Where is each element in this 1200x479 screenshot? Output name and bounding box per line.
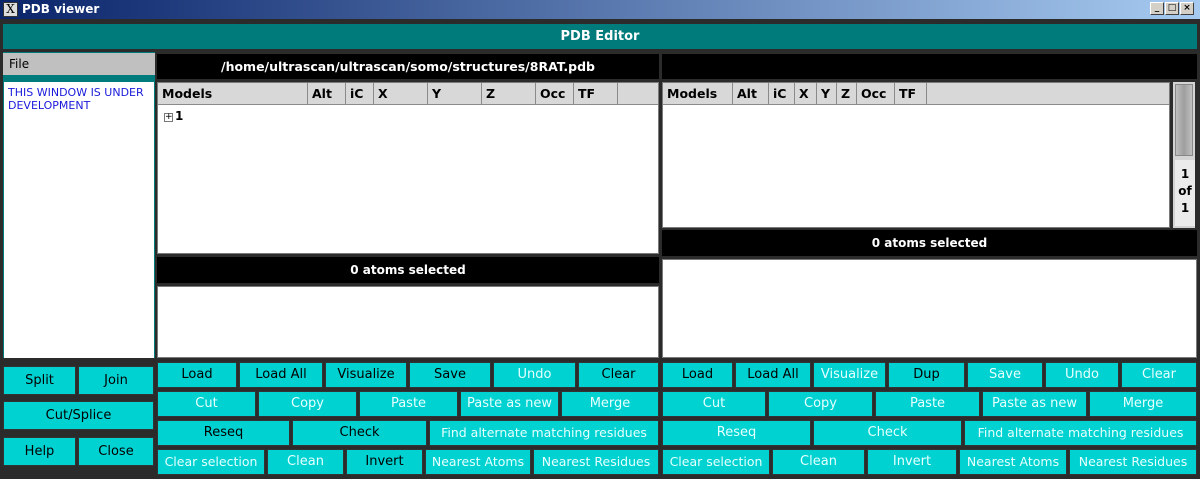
p2-load-button[interactable]: Load <box>662 362 733 388</box>
col-occ[interactable]: Occ <box>857 83 895 105</box>
col-ic[interactable]: iC <box>769 83 795 105</box>
p1-invert-button[interactable]: Invert <box>346 449 423 475</box>
p1-paste-button[interactable]: Paste <box>359 391 458 417</box>
col-models[interactable]: Models <box>663 83 733 105</box>
p2-visualize-button[interactable]: Visualize <box>813 362 886 388</box>
file-menu[interactable]: File <box>3 53 155 75</box>
help-button[interactable]: Help <box>3 437 76 466</box>
p1-clear-button[interactable]: Clear <box>578 362 659 388</box>
editor-header: PDB Editor <box>3 24 1197 49</box>
p2-save-button[interactable]: Save <box>967 362 1043 388</box>
pane1-path: /home/ultrascan/ultrascan/somo/structure… <box>157 54 659 79</box>
pane2-info-box <box>662 259 1197 358</box>
pane1-selected: 0 atoms selected <box>157 257 659 283</box>
p2-load-all-button[interactable]: Load All <box>735 362 811 388</box>
window-titlebar: X PDB viewer _ □ × <box>0 0 1200 19</box>
p2-cut-button[interactable]: Cut <box>662 391 766 417</box>
p1-cut-button[interactable]: Cut <box>157 391 256 417</box>
p2-copy-button[interactable]: Copy <box>768 391 873 417</box>
tree-row-model[interactable]: +1 <box>164 109 183 123</box>
p1-clean-button[interactable]: Clean <box>267 449 344 475</box>
p2-clear-selection-button[interactable]: Clear selection <box>662 449 770 475</box>
page-indicator: 1 of 1 <box>1175 160 1195 226</box>
p1-load-all-button[interactable]: Load All <box>239 362 323 388</box>
p1-visualize-button[interactable]: Visualize <box>325 362 407 388</box>
col-x[interactable]: X <box>374 83 428 105</box>
p2-undo-button[interactable]: Undo <box>1045 362 1119 388</box>
maximize-button[interactable]: □ <box>1165 2 1179 15</box>
pane1-tree[interactable]: Models Alt iC X Y Z Occ TF +1 <box>157 82 659 254</box>
p2-check-button[interactable]: Check <box>813 420 962 446</box>
p2-invert-button[interactable]: Invert <box>867 449 957 475</box>
col-z[interactable]: Z <box>837 83 857 105</box>
minimize-button[interactable]: _ <box>1150 2 1164 15</box>
dev-notice: THIS WINDOW IS UNDER DEVELOPMENT <box>8 86 144 112</box>
p2-dup-button[interactable]: Dup <box>888 362 965 388</box>
close-button[interactable]: Close <box>78 437 154 466</box>
p1-undo-button[interactable]: Undo <box>493 362 576 388</box>
p2-merge-button[interactable]: Merge <box>1089 391 1197 417</box>
col-tf[interactable]: TF <box>574 83 618 105</box>
col-ic[interactable]: iC <box>346 83 374 105</box>
p1-save-button[interactable]: Save <box>409 362 491 388</box>
p2-paste-button[interactable]: Paste <box>875 391 980 417</box>
col-alt[interactable]: Alt <box>308 83 346 105</box>
p2-clean-button[interactable]: Clean <box>772 449 865 475</box>
p1-reseq-button[interactable]: Reseq <box>157 420 290 446</box>
col-z[interactable]: Z <box>482 83 536 105</box>
col-x[interactable]: X <box>795 83 817 105</box>
col-y[interactable]: Y <box>428 83 482 105</box>
p1-check-button[interactable]: Check <box>292 420 427 446</box>
p2-reseq-button[interactable]: Reseq <box>662 420 811 446</box>
p1-copy-button[interactable]: Copy <box>258 391 357 417</box>
page-current: 1 <box>1180 167 1190 181</box>
scrollbar-thumb[interactable] <box>1175 84 1193 156</box>
file-menu-label: File <box>9 57 30 71</box>
p1-nearest-atoms-button[interactable]: Nearest Atoms <box>425 449 531 475</box>
col-models[interactable]: Models <box>158 83 308 105</box>
col-occ[interactable]: Occ <box>536 83 574 105</box>
p2-nearest-residues-button[interactable]: Nearest Residues <box>1069 449 1197 475</box>
p1-merge-button[interactable]: Merge <box>561 391 659 417</box>
p1-load-button[interactable]: Load <box>157 362 237 388</box>
split-button[interactable]: Split <box>3 366 76 395</box>
pane2-tree[interactable]: Models Alt iC X Y Z Occ TF <box>662 82 1170 228</box>
page-of: of <box>1178 184 1192 198</box>
p1-nearest-residues-button[interactable]: Nearest Residues <box>533 449 659 475</box>
join-button[interactable]: Join <box>78 366 154 395</box>
x-logo-icon[interactable]: X <box>3 2 18 17</box>
pane2-selected: 0 atoms selected <box>662 230 1197 256</box>
col-y[interactable]: Y <box>817 83 837 105</box>
p2-find-alternate-button[interactable]: Find alternate matching residues <box>964 420 1197 446</box>
page-total: 1 <box>1180 201 1190 215</box>
expand-icon[interactable]: + <box>164 113 173 122</box>
p2-nearest-atoms-button[interactable]: Nearest Atoms <box>959 449 1067 475</box>
col-tf[interactable]: TF <box>895 83 927 105</box>
close-window-button[interactable]: × <box>1180 2 1194 15</box>
p1-clear-selection-button[interactable]: Clear selection <box>157 449 265 475</box>
col-alt[interactable]: Alt <box>733 83 769 105</box>
window-title: PDB viewer <box>22 2 100 16</box>
pane2-tree-header: Models Alt iC X Y Z Occ TF <box>663 83 1169 105</box>
p1-paste-as-new-button[interactable]: Paste as new <box>460 391 559 417</box>
cut-splice-button[interactable]: Cut/Splice <box>3 401 154 430</box>
pane1-info-box <box>157 286 659 358</box>
pane1-tree-header: Models Alt iC X Y Z Occ TF <box>158 83 658 105</box>
p2-paste-as-new-button[interactable]: Paste as new <box>982 391 1087 417</box>
p2-clear-button[interactable]: Clear <box>1121 362 1197 388</box>
p1-find-alternate-button[interactable]: Find alternate matching residues <box>429 420 659 446</box>
pane2-path <box>662 54 1197 79</box>
dev-notice-box: THIS WINDOW IS UNDER DEVELOPMENT <box>4 82 154 358</box>
model-label: 1 <box>175 109 184 123</box>
